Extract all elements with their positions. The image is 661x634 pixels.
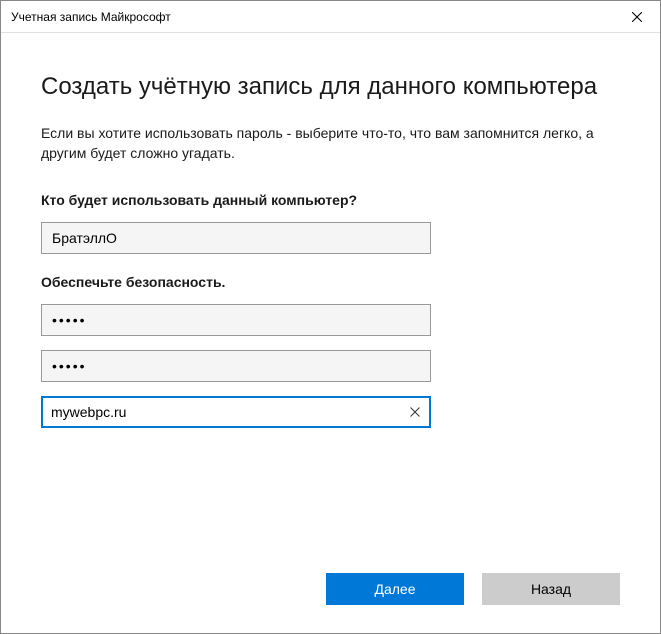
page-description: Если вы хотите использовать пароль - выб… — [41, 123, 620, 164]
clear-hint-button[interactable] — [401, 398, 429, 426]
clear-icon — [410, 407, 420, 417]
security-label: Обеспечьте безопасность. — [41, 274, 620, 290]
password-input[interactable] — [41, 304, 431, 336]
page-heading: Создать учётную запись для данного компь… — [41, 73, 620, 101]
password-hint-input-wrap[interactable] — [41, 396, 431, 428]
titlebar: Учетная запись Майкрософт — [1, 1, 660, 33]
back-button[interactable]: Назад — [482, 573, 620, 605]
next-button[interactable]: Далее — [326, 573, 464, 605]
close-icon — [632, 12, 642, 22]
close-button[interactable] — [614, 1, 660, 33]
footer-buttons: Далее Назад — [326, 573, 620, 605]
username-label: Кто будет использовать данный компьютер? — [41, 192, 620, 208]
content-area: Создать учётную запись для данного компь… — [1, 33, 660, 428]
window-title: Учетная запись Майкрософт — [11, 10, 171, 24]
password-hint-input[interactable] — [43, 398, 401, 426]
username-input[interactable] — [41, 222, 431, 254]
password-confirm-input[interactable] — [41, 350, 431, 382]
